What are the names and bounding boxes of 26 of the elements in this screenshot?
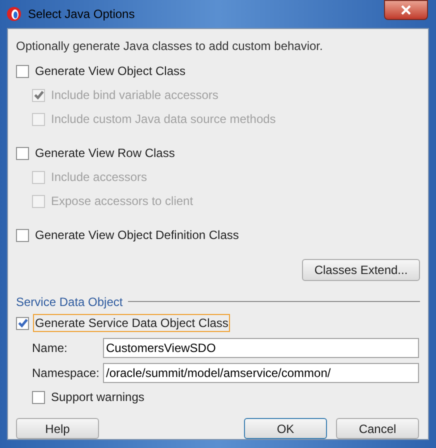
input-field[interactable]: CustomersViewSDO <box>103 338 419 358</box>
input-field[interactable]: /oracle/summit/model/amservice/common/ <box>103 362 419 382</box>
checkbox[interactable] <box>16 316 29 330</box>
checkbox-label[interactable]: Generate View Row Class <box>33 144 177 162</box>
dialog-button[interactable]: OK <box>244 418 327 439</box>
close-button[interactable] <box>384 0 428 20</box>
checkbox[interactable] <box>16 64 29 78</box>
field-label: Namespace: <box>32 364 100 382</box>
checkbox-label[interactable]: Generate View Object Definition Class <box>33 226 241 244</box>
close-icon <box>401 5 411 15</box>
field-label: Name: <box>32 340 68 356</box>
dialog-button[interactable]: Cancel <box>336 418 419 439</box>
description-text: Optionally generate Java classes to add custom behavior. <box>16 38 324 55</box>
checkbox-label[interactable]: Generate Service Data Object Class <box>33 314 230 332</box>
classes-extend-button[interactable]: Classes Extend... <box>302 259 420 281</box>
window-title: Select Java Options <box>28 6 135 23</box>
section-heading: Service Data Object <box>16 294 124 310</box>
app-logo-icon <box>6 6 22 22</box>
checkbox[interactable] <box>32 390 45 404</box>
checkbox[interactable] <box>16 228 29 242</box>
check-icon <box>18 318 28 328</box>
checkbox-label[interactable]: Generate View Object Class <box>33 62 188 80</box>
checkbox-label[interactable]: Support warnings <box>49 388 146 406</box>
dialog-button[interactable]: Help <box>16 418 99 439</box>
check-icon <box>34 90 44 100</box>
checkbox[interactable] <box>16 146 29 160</box>
